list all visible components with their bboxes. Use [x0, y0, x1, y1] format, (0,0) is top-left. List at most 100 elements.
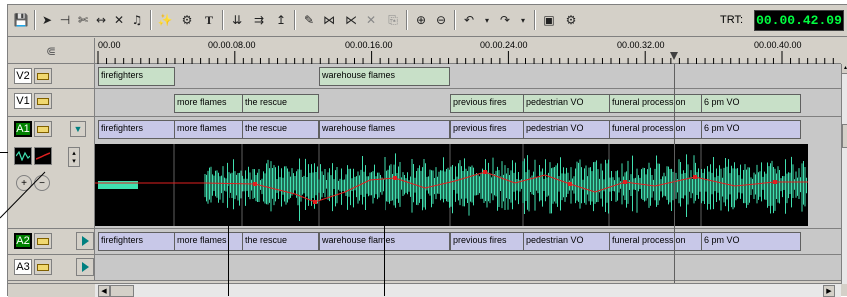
clip[interactable]: the rescue — [242, 120, 319, 139]
undo-dropdown-icon[interactable]: ▾ — [478, 10, 496, 30]
clip[interactable]: warehouse flames — [319, 120, 450, 139]
scroll-right-icon[interactable]: ▶ — [823, 285, 835, 297]
trt-label: TRT: — [720, 14, 744, 26]
horizontal-scroll-thumb[interactable] — [110, 285, 134, 297]
clip[interactable]: previous fires — [450, 120, 524, 139]
playhead-marker[interactable] — [670, 52, 678, 60]
ripple-icon[interactable]: ↔ — [92, 10, 110, 30]
ruler-corner[interactable]: ⋐ — [8, 38, 95, 64]
ruler-label: 00.00.08.00 — [208, 40, 256, 50]
trim-icon[interactable]: ⊣ — [56, 10, 74, 30]
clip[interactable]: the rescue — [242, 94, 319, 113]
track-name-a3[interactable]: A3 — [14, 259, 32, 275]
track-v1: V1 more flames the rescue previous fires… — [8, 89, 841, 117]
vertical-scroll-thumb[interactable] — [842, 124, 847, 148]
delete-icon[interactable]: ✕ — [110, 10, 128, 30]
zoom-in-icon[interactable]: ⊕ — [412, 10, 430, 30]
clip[interactable]: firefighters — [98, 232, 175, 251]
track-a3: A3 — [8, 255, 841, 281]
splice-in-icon[interactable]: ⇊ — [228, 10, 246, 30]
track-monitor-icon[interactable] — [34, 233, 52, 249]
track-name-a2[interactable]: A2 — [14, 233, 32, 249]
ruler-label: 00.00 — [98, 40, 121, 50]
ruler-ticks — [97, 51, 834, 64]
clip[interactable]: more flames — [174, 120, 243, 139]
toolbar-separator — [294, 10, 296, 30]
track-name-a1[interactable]: A1 — [14, 121, 32, 137]
clip[interactable]: pedestrian VO — [523, 94, 610, 113]
clip[interactable]: the rescue — [242, 232, 319, 251]
clip[interactable]: previous fires — [450, 232, 524, 251]
toolbar-separator — [406, 10, 408, 30]
callout-line — [384, 180, 385, 296]
clip[interactable]: funeral procession — [609, 232, 702, 251]
overwrite-icon[interactable]: ⇉ — [250, 10, 268, 30]
toolbar-separator — [534, 10, 536, 30]
clip[interactable]: pedestrian VO — [523, 232, 610, 251]
audio-mixer-icon[interactable]: ♫ — [128, 10, 146, 30]
extract-icon[interactable]: ✎ — [300, 10, 318, 30]
clip[interactable]: pedestrian VO — [523, 120, 610, 139]
show-volume-icon[interactable] — [34, 147, 52, 165]
effects-icon[interactable]: ✨ — [156, 10, 174, 30]
track-monitor-icon[interactable] — [34, 121, 52, 137]
track-monitor-icon[interactable] — [34, 68, 52, 84]
zoom-out-icon[interactable]: ⊖ — [432, 10, 450, 30]
track-a2: A2 firefighters more flames the rescue w… — [8, 229, 841, 255]
snap-icon[interactable]: ⚙ — [562, 10, 580, 30]
toolbar-separator — [150, 10, 152, 30]
expand-track-icon[interactable] — [76, 232, 94, 250]
timeline-toolbar: 💾 ➤ ⊣ ✄ ↔ ✕ ♫ ✨ ⚙ T ⇊ ⇉ ↥ ✎ ⋈ ⋉ ✕ ⎘ ⊕ ⊖ … — [8, 5, 847, 37]
show-waveform-icon[interactable] — [14, 147, 32, 165]
timecode-ruler[interactable]: 00.00 00.00.08.00 00.00.16.00 00.00.24.0… — [95, 38, 841, 64]
ruler-label: 00.00.32.00 — [617, 40, 665, 50]
callout-line — [228, 186, 229, 296]
clip[interactable]: more flames — [174, 232, 243, 251]
title-icon[interactable]: T — [200, 10, 218, 30]
ruler-label: 00.00.16.00 — [345, 40, 393, 50]
clip[interactable]: firefighters — [98, 67, 175, 86]
track-header-a3: A3 — [8, 255, 95, 280]
track-header-a2: A2 — [8, 229, 95, 254]
track-monitor-icon[interactable] — [34, 259, 52, 275]
transition-icon[interactable]: ⚙ — [178, 10, 196, 30]
scroll-left-icon[interactable]: ◀ — [98, 285, 110, 297]
horizontal-scrollbar[interactable]: ◀ ▶ — [95, 283, 841, 297]
audio-waveform[interactable] — [95, 144, 808, 226]
link-icon[interactable]: ⋈ — [320, 10, 338, 30]
clip[interactable]: funeral procession — [609, 94, 702, 113]
lift-icon[interactable]: ↥ — [272, 10, 290, 30]
settings-icon[interactable]: ▣ — [540, 10, 558, 30]
playhead-line[interactable] — [674, 64, 675, 283]
toolbar-separator — [454, 10, 456, 30]
unlink-icon[interactable]: ⋉ — [342, 10, 360, 30]
volume-stepper[interactable]: ▴ ▾ — [68, 147, 80, 167]
pointer-icon[interactable]: ➤ — [38, 10, 56, 30]
clip[interactable]: firefighters — [98, 120, 175, 139]
clip[interactable]: 6 pm VO — [701, 232, 801, 251]
trt-timecode: 00.00.42.09 — [754, 10, 844, 31]
clip[interactable]: previous fires — [450, 94, 524, 113]
vertical-scrollbar[interactable]: ▴ — [841, 64, 847, 284]
save-icon[interactable]: 💾 — [12, 10, 30, 30]
track-monitor-icon[interactable] — [34, 93, 52, 109]
clip[interactable]: more flames — [174, 94, 243, 113]
track-v2: V2 firefighters warehouse flames — [8, 64, 841, 89]
paste-icon[interactable]: ⎘ — [384, 10, 402, 30]
waveform-graphic — [95, 144, 808, 226]
undo-icon[interactable]: ↶ — [460, 10, 478, 30]
razor-icon[interactable]: ✄ — [74, 10, 92, 30]
clip[interactable]: 6 pm VO — [701, 120, 801, 139]
snap-toggle-icon[interactable]: ⋐ — [46, 44, 56, 58]
redo-dropdown-icon[interactable]: ▾ — [514, 10, 532, 30]
scroll-up-icon[interactable]: ▴ — [842, 64, 847, 74]
track-name-v1[interactable]: V1 — [14, 93, 32, 109]
clip[interactable]: 6 pm VO — [701, 94, 801, 113]
cut-icon[interactable]: ✕ — [362, 10, 380, 30]
clip[interactable]: funeral procession — [609, 120, 702, 139]
clip[interactable]: warehouse flames — [319, 67, 450, 86]
collapse-track-icon[interactable]: ▼ — [70, 121, 86, 137]
expand-track-icon[interactable] — [76, 258, 94, 276]
redo-icon[interactable]: ↷ — [496, 10, 514, 30]
track-name-v2[interactable]: V2 — [14, 68, 32, 84]
